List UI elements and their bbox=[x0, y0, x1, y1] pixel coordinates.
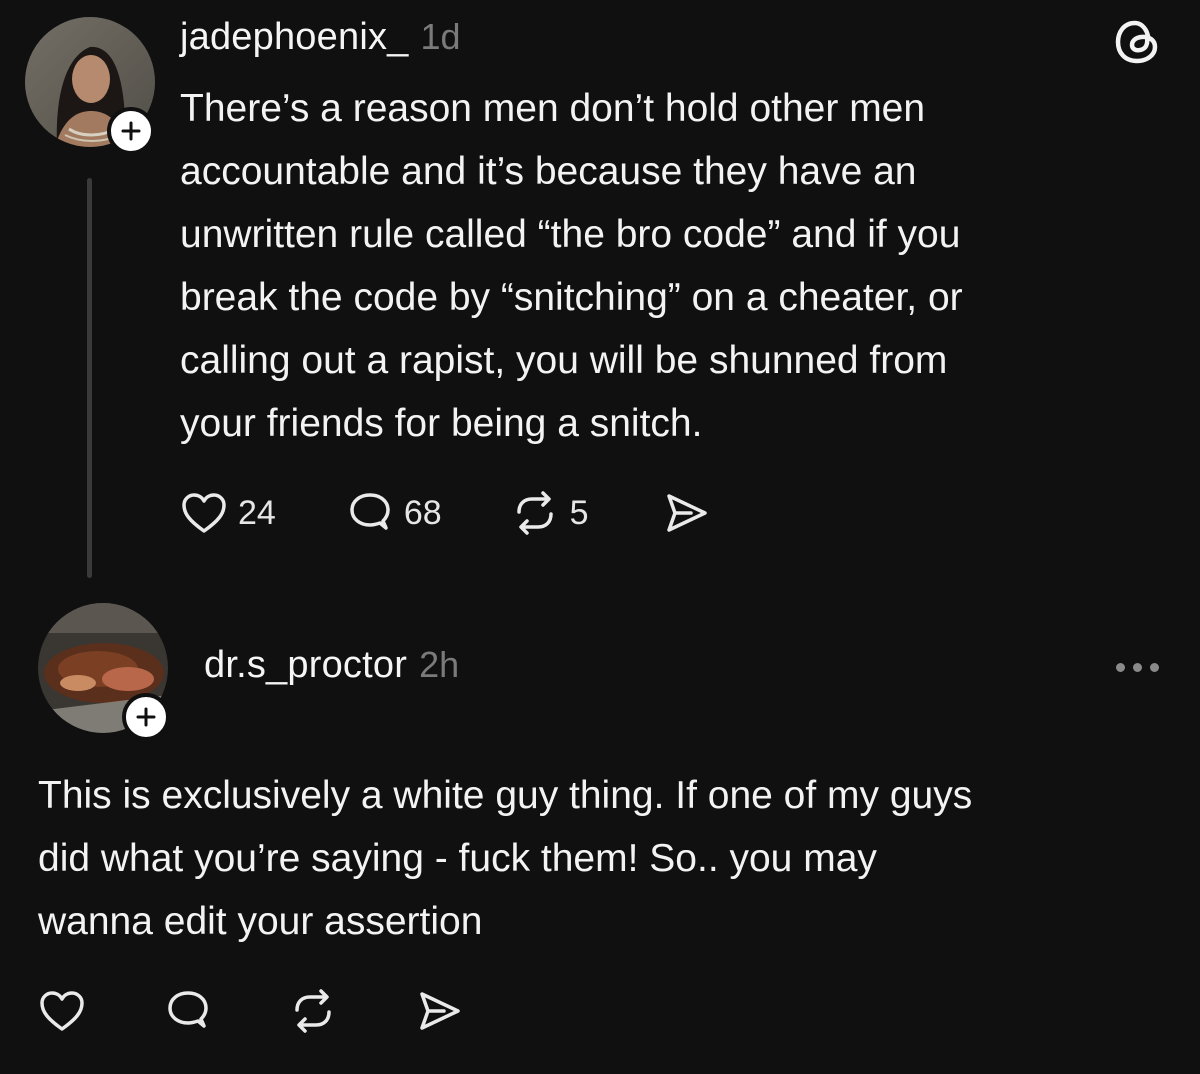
share-button[interactable] bbox=[414, 988, 464, 1034]
post-action-bar: 24 68 5 bbox=[180, 490, 711, 536]
like-count: 24 bbox=[238, 493, 276, 532]
follow-plus-button[interactable] bbox=[107, 107, 155, 155]
dot-icon bbox=[1133, 663, 1142, 672]
post-timestamp: 1d bbox=[420, 16, 461, 57]
repost-icon bbox=[295, 989, 331, 1033]
reply-header: dr.s_proctor 2h bbox=[204, 644, 459, 687]
follow-plus-button[interactable] bbox=[122, 693, 170, 741]
reply-body-text: This is exclusively a white guy thing. I… bbox=[38, 774, 973, 943]
dot-icon bbox=[1116, 663, 1125, 672]
repost-button[interactable]: 5 bbox=[510, 490, 589, 536]
post-username[interactable]: jadephoenix_ bbox=[180, 16, 409, 58]
reply-button[interactable] bbox=[164, 988, 212, 1034]
comment-icon bbox=[168, 991, 208, 1028]
plus-icon bbox=[136, 707, 156, 727]
post-body-text: There’s a reason men don’t hold other me… bbox=[180, 87, 963, 445]
reply-username[interactable]: dr.s_proctor bbox=[204, 644, 407, 686]
dot-icon bbox=[1150, 663, 1159, 672]
send-icon bbox=[420, 992, 460, 1030]
reply-button[interactable]: 68 bbox=[346, 490, 442, 536]
repost-button[interactable] bbox=[288, 988, 338, 1034]
heart-icon bbox=[182, 493, 226, 533]
more-options-button[interactable] bbox=[1116, 663, 1159, 672]
reply-count: 68 bbox=[403, 493, 442, 532]
repost-icon bbox=[516, 491, 553, 535]
comment-icon bbox=[350, 493, 390, 530]
post-header: jadephoenix_ 1d bbox=[180, 16, 461, 59]
share-button[interactable] bbox=[661, 490, 711, 536]
repost-count: 5 bbox=[569, 493, 589, 532]
threads-logo-icon[interactable] bbox=[1110, 14, 1166, 75]
reply-action-bar bbox=[38, 988, 464, 1034]
reply-timestamp: 2h bbox=[419, 644, 460, 685]
heart-icon bbox=[40, 991, 84, 1031]
like-button[interactable] bbox=[38, 989, 86, 1033]
thread-connector-line bbox=[87, 178, 92, 578]
plus-icon bbox=[121, 121, 141, 141]
send-icon bbox=[666, 494, 707, 532]
like-button[interactable]: 24 bbox=[180, 491, 276, 535]
